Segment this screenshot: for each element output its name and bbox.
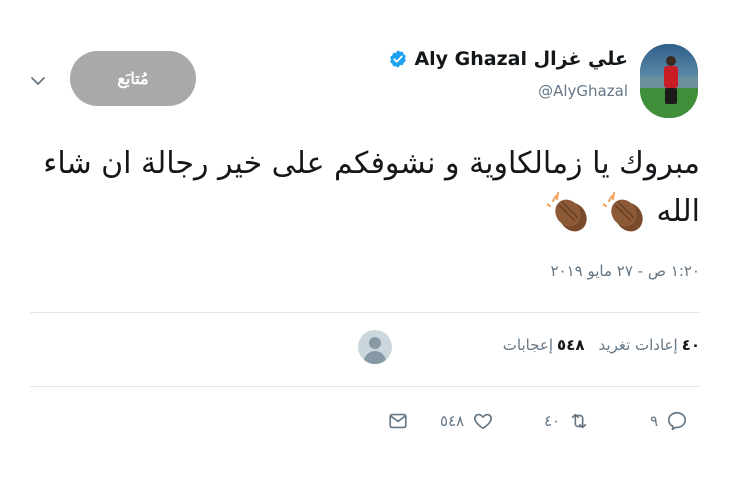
liker-avatar[interactable] [358,330,392,364]
following-button[interactable]: مُتابَع [70,51,196,106]
avatar-head [666,56,676,66]
reply-button[interactable]: ٩ [650,410,688,432]
divider [30,312,700,313]
heart-icon [474,413,493,430]
envelope-icon [389,413,407,429]
tweet-timestamp[interactable]: ١:٢٠ ص - ٢٧ مايو ٢٠١٩ [550,262,700,280]
retweet-button[interactable]: ٤٠ [544,410,590,432]
retweets-label: إعادات تغريد [598,336,678,354]
liker-head [369,337,381,349]
retweets-count: ٤٠ [681,336,700,354]
tweet-stats: ٤٠إعادات تغريد ٥٤٨إعجابات [503,336,700,354]
name-row: Aly Ghazal علي غزال [388,48,628,70]
likes-count: ٥٤٨ [557,336,585,354]
like-count: ٥٤٨ [440,412,465,430]
tweet-body: مبروك يا زمالكاوية و نشوفكم على خير رجال… [43,146,700,229]
display-name[interactable]: Aly Ghazal علي غزال [414,48,628,70]
clapping-hands-icon [601,191,647,235]
clapping-hands-icon [546,191,591,235]
like-button[interactable]: ٥٤٨ [440,410,494,432]
reply-icon [667,411,687,431]
likes-stat[interactable]: ٥٤٨إعجابات [503,336,585,354]
verified-badge-icon [388,49,408,69]
retweets-stat[interactable]: ٤٠إعادات تغريد [599,336,700,354]
reply-count: ٩ [650,412,659,430]
avatar-shirt [664,66,678,88]
tweet-card: Aly Ghazal علي غزال @AlyGhazal مُتابَع م… [0,0,730,486]
user-handle[interactable]: @AlyGhazal [388,82,628,100]
chevron-down-icon[interactable] [30,72,46,85]
retweet-count: ٤٠ [544,412,561,430]
profile-avatar[interactable] [640,44,698,118]
author-block: Aly Ghazal علي غزال @AlyGhazal [388,48,628,100]
direct-message-button[interactable] [387,410,409,432]
tweet-text: مبروك يا زمالكاوية و نشوفكم على خير رجال… [20,140,700,236]
likes-label: إعجابات [502,336,554,354]
liker-body [364,351,386,364]
avatar-legs [665,88,677,104]
divider [30,386,700,387]
retweet-icon [571,413,587,429]
